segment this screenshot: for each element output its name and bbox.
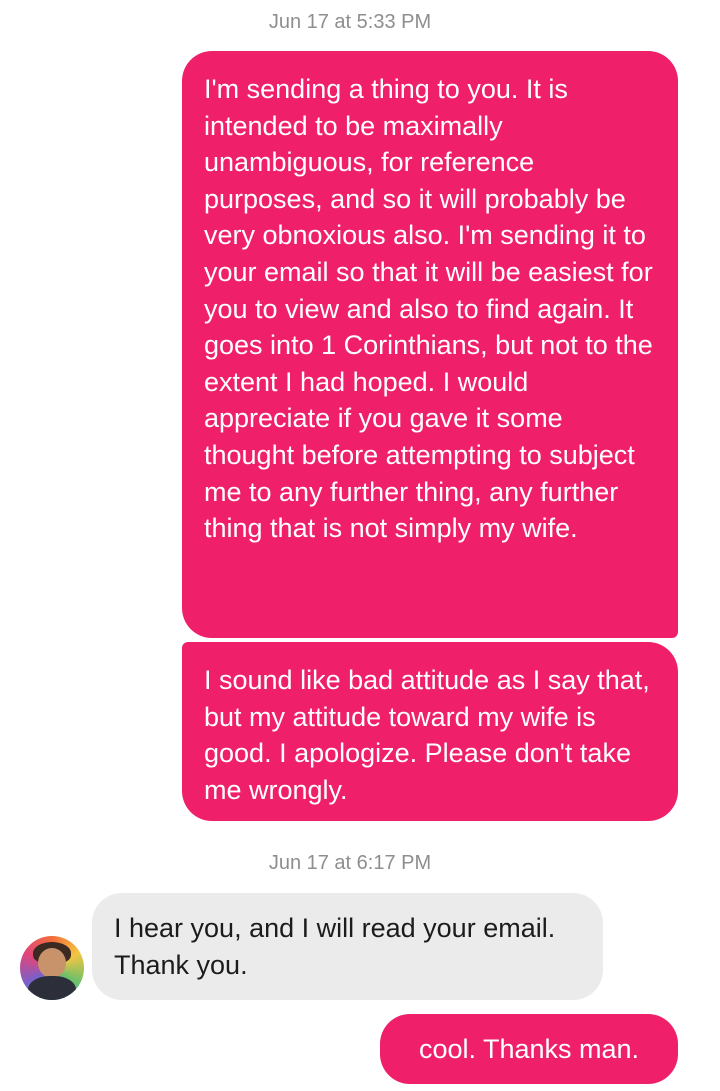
sent-message-bubble[interactable]: I sound like bad attitude as I say that,…	[182, 642, 678, 821]
sent-message-bubble[interactable]: cool. Thanks man.	[380, 1014, 678, 1084]
sent-message-bubble[interactable]: I'm sending a thing to you. It is intend…	[182, 51, 678, 638]
received-message-bubble[interactable]: I hear you, and I will read your email. …	[92, 893, 603, 1000]
message-timestamp: Jun 17 at 5:33 PM	[268, 11, 432, 33]
contact-avatar-icon[interactable]	[20, 936, 84, 1000]
message-timestamp: Jun 17 at 6:17 PM	[268, 852, 432, 874]
